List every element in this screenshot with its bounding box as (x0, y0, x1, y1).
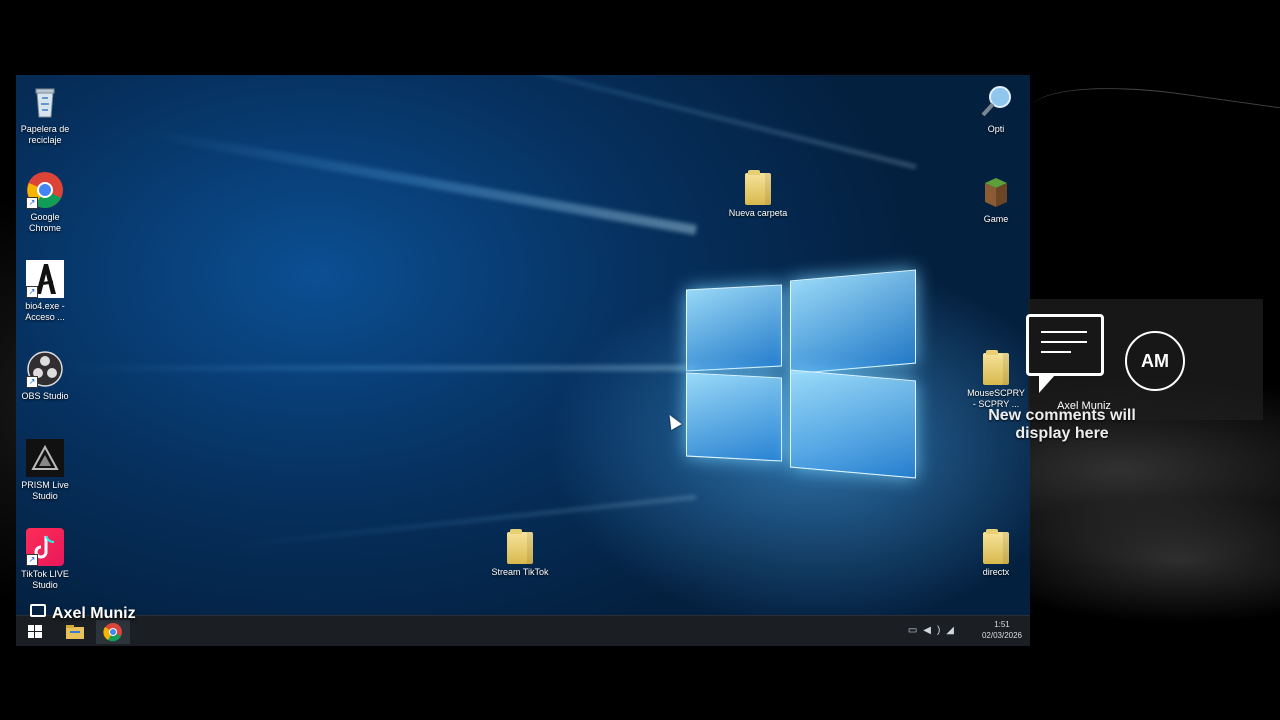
desktop-icon-label: Papelera de reciclaje (20, 124, 70, 145)
logo-pane (686, 284, 782, 372)
light-beam (56, 365, 696, 371)
logo-pane (790, 369, 916, 479)
desktop-icon-label: PRISM Live Studio (21, 480, 69, 501)
desktop-icon-label: OBS Studio (21, 391, 69, 401)
system-tray-icons[interactable]: ▭◀)◢ (908, 625, 960, 636)
desktop-icon-prism-live-studio[interactable]: PRISM Live Studio (16, 439, 76, 502)
logo-pane (790, 269, 916, 375)
obs-icon: ↗ (26, 350, 64, 388)
desktop-icon-directx[interactable]: directx (965, 529, 1027, 578)
streamer-name-overlay: Axel Muniz (30, 604, 136, 623)
shortcut-arrow-icon: ↗ (26, 286, 38, 298)
desktop-icon-label: TikTok LIVE Studio (21, 569, 69, 590)
desktop-icon-stream-tiktok[interactable]: Stream TikTok (489, 529, 551, 578)
desktop-icon-recycle-bin[interactable]: Papelera de reciclaje (16, 83, 76, 146)
chat-line (1041, 351, 1071, 353)
desktop-icon-mousescpry[interactable]: MouseSCPRY - SCPRY ... (965, 350, 1027, 410)
prism-icon (26, 439, 64, 477)
comments-placeholder: New comments will display here (988, 407, 1136, 442)
light-beam (143, 127, 697, 235)
chrome-taskbar-button[interactable] (96, 620, 130, 644)
logo-pane (686, 372, 782, 462)
desktop-icon-opti[interactable]: Opti (965, 83, 1027, 135)
windows-logo-wallpaper (684, 257, 920, 493)
clock-time: 1:51 (994, 620, 1010, 629)
desktop-icon-bio4[interactable]: ↗ bio4.exe - Acceso ... (16, 260, 76, 323)
folder-icon (507, 529, 533, 564)
avatar: AM (1125, 331, 1185, 391)
monitor-icon (30, 604, 46, 617)
recycle-bin-icon (26, 83, 64, 121)
windows-logo-icon (28, 625, 42, 638)
shortcut-arrow-icon: ↗ (26, 554, 38, 566)
taskbar-clock[interactable]: 1:51 02/03/2026 (982, 619, 1022, 641)
desktop-icon-label: Stream TikTok (491, 567, 549, 577)
streamer-name: Axel Muniz (52, 605, 136, 622)
start-button[interactable] (20, 620, 50, 644)
battery-icon[interactable]: ▭ (908, 625, 923, 636)
minecraft-block-icon (977, 173, 1015, 211)
shortcut-arrow-icon: ↗ (26, 197, 38, 209)
folder-icon (983, 529, 1009, 564)
chat-bubble-icon (1026, 314, 1104, 393)
desktop-icon-tiktok-live-studio[interactable]: ↗ TikTok LIVE Studio (16, 528, 76, 591)
taskbar: ▭◀)◢ 1:51 02/03/2026 (16, 615, 1030, 646)
windows-desktop: Papelera de reciclaje ↗ Google Chrome ↗ … (16, 75, 1030, 646)
volume-icon[interactable]: ◀) (923, 625, 946, 636)
light-beam (294, 75, 917, 169)
desktop-icon-label: directx (982, 567, 1010, 577)
clock-date: 02/03/2026 (981, 631, 1022, 640)
file-explorer-button[interactable] (60, 620, 90, 644)
desktop-icon-game[interactable]: Game (965, 173, 1027, 225)
folder-icon (983, 350, 1009, 385)
network-icon[interactable]: ◢ (946, 625, 960, 636)
desktop-icon-nueva-carpeta[interactable]: Nueva carpeta (727, 170, 789, 219)
desktop-icon-label: Nueva carpeta (728, 208, 788, 218)
folder-icon (745, 170, 771, 205)
light-beam (218, 495, 697, 550)
desktop-icon-label: Opti (987, 124, 1005, 134)
desktop-icon-obs-studio[interactable]: ↗ OBS Studio (16, 350, 76, 402)
chrome-icon (103, 623, 122, 642)
shortcut-arrow-icon: ↗ (26, 376, 38, 388)
desktop-icon-google-chrome[interactable]: ↗ Google Chrome (16, 171, 76, 234)
chat-line (1041, 341, 1087, 343)
tiktok-icon: ↗ (26, 528, 64, 566)
desktop-icon-label: Google Chrome (28, 212, 61, 233)
desktop-icon-label: Game (983, 214, 1009, 224)
file-explorer-icon (66, 625, 84, 639)
stream-frame: Papelera de reciclaje ↗ Google Chrome ↗ … (0, 0, 1280, 720)
magnifier-icon (977, 83, 1015, 121)
mouse-cursor (664, 411, 682, 431)
chat-line (1041, 331, 1087, 333)
desktop-icon-label: bio4.exe - Acceso ... (25, 301, 65, 322)
bio4-icon: ↗ (26, 260, 64, 298)
chrome-icon: ↗ (26, 171, 64, 209)
